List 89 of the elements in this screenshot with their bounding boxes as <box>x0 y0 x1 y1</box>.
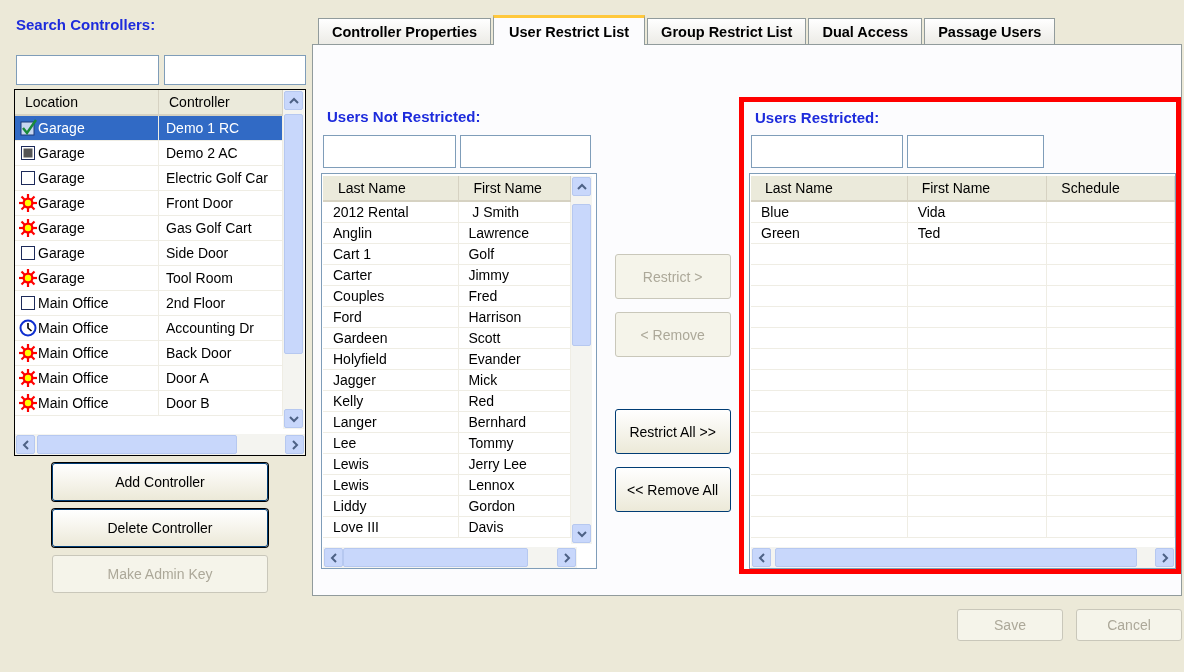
scroll-thumb[interactable] <box>284 114 303 354</box>
table-cell: Love III <box>323 517 460 537</box>
scroll-thumb[interactable] <box>775 548 1137 567</box>
section-title: Users Restricted: <box>754 109 881 126</box>
table-cell: Garage <box>38 145 85 161</box>
search-field[interactable] <box>460 135 591 168</box>
table-cell: Holyfield <box>323 349 460 369</box>
table-cell: Ted <box>907 223 1048 243</box>
filled-square-icon <box>19 144 37 162</box>
table-cell: Garage <box>38 270 85 286</box>
column-header[interactable]: Last Name <box>323 176 460 200</box>
table-cell: Langer <box>323 412 460 432</box>
burst-icon <box>19 369 37 387</box>
list-row[interactable]: Main Office Back Door <box>15 341 283 366</box>
horizontal-scrollbar[interactable] <box>323 547 577 568</box>
horizontal-scrollbar[interactable] <box>15 434 305 455</box>
table-cell: Main Office <box>38 295 109 311</box>
table-cell: Carter <box>323 265 460 285</box>
scroll-thumb[interactable] <box>37 435 237 454</box>
search-field[interactable] <box>323 135 456 168</box>
table-cell: Main Office <box>38 320 109 336</box>
table-cell: Jagger <box>323 370 460 390</box>
tab[interactable]: Group Restrict List <box>647 18 807 44</box>
burst-icon <box>19 269 37 287</box>
search-field[interactable] <box>751 135 903 168</box>
vertical-scrollbar[interactable] <box>571 176 592 544</box>
burst-icon <box>19 394 37 412</box>
burst-icon <box>19 194 37 212</box>
table-cell: Garage <box>38 195 85 211</box>
table-cell: Ford <box>323 307 460 327</box>
horizontal-scrollbar[interactable] <box>751 547 1175 568</box>
empty-box-icon <box>19 169 37 187</box>
column-header[interactable]: Schedule <box>1047 176 1175 200</box>
burst-icon <box>19 344 37 362</box>
column-header[interactable]: Location <box>15 90 159 114</box>
table-cell: Main Office <box>38 370 109 386</box>
table-cell: Liddy <box>323 496 460 516</box>
burst-icon <box>19 219 37 237</box>
table-cell: Garage <box>38 120 85 136</box>
empty-box-icon <box>19 244 37 262</box>
table-cell: Couples <box>323 286 460 306</box>
list-row[interactable]: Garage Side Door <box>15 241 283 266</box>
checked-box-icon <box>19 119 37 137</box>
table-cell: Lewis <box>323 475 460 495</box>
table-cell: Cart 1 <box>323 244 460 264</box>
list-row[interactable]: Main Office Door A <box>15 366 283 391</box>
table-cell: Main Office <box>38 345 109 361</box>
table-cell: Lewis <box>323 454 460 474</box>
list-row[interactable]: Main Office 2nd Floor <box>15 291 283 316</box>
move-button[interactable]: << Remove All <box>614 467 731 512</box>
section-title: Users Not Restricted: <box>326 108 482 125</box>
action-button[interactable]: Add Controller <box>52 463 268 501</box>
tab[interactable]: User Restrict List <box>493 15 646 45</box>
tab[interactable]: Dual Access <box>808 18 923 44</box>
empty-box-icon <box>19 294 37 312</box>
table-cell: Main Office <box>38 395 109 411</box>
table-cell: Kelly <box>323 391 460 411</box>
action-button[interactable]: Delete Controller <box>52 509 268 547</box>
list-row[interactable]: Garage Electric Golf Car <box>15 166 283 191</box>
list-row[interactable]: Garage Demo 1 RC <box>15 116 283 141</box>
list-row[interactable]: Garage Demo 2 AC <box>15 141 283 166</box>
table-cell: 2012 Rental <box>323 202 460 222</box>
table-cell: Blue <box>751 202 908 222</box>
list-row[interactable]: Garage Front Door <box>15 191 283 216</box>
search-field[interactable] <box>907 135 1044 168</box>
clock-icon <box>19 319 37 337</box>
table-cell: Green <box>751 223 908 243</box>
tab[interactable]: Passage Users <box>924 18 1056 44</box>
tab[interactable]: Controller Properties <box>318 18 492 44</box>
scroll-thumb[interactable] <box>572 204 591 346</box>
table-cell: Gardeen <box>323 328 460 348</box>
table-cell: Vida <box>907 202 1048 222</box>
table-cell: Lee <box>323 433 460 453</box>
column-header[interactable]: First Name <box>907 176 1048 200</box>
move-button[interactable]: Restrict All >> <box>614 409 731 454</box>
table-cell: Garage <box>38 220 85 236</box>
scroll-thumb[interactable] <box>343 548 528 567</box>
panel-title: Search Controllers: <box>16 16 157 33</box>
list-row[interactable]: Garage Gas Golf Cart <box>15 216 283 241</box>
search-field[interactable] <box>164 55 306 85</box>
list-row[interactable]: Main Office Accounting Dr <box>15 316 283 341</box>
table-cell: Garage <box>38 170 85 186</box>
search-field[interactable] <box>16 55 159 85</box>
list-row[interactable]: Garage Tool Room <box>15 266 283 291</box>
list-row[interactable]: Main Office Door B <box>15 391 283 416</box>
column-header[interactable]: Last Name <box>751 176 908 200</box>
table-cell: Anglin <box>323 223 460 243</box>
table-cell: Garage <box>38 245 85 261</box>
vertical-scrollbar[interactable] <box>283 90 304 429</box>
